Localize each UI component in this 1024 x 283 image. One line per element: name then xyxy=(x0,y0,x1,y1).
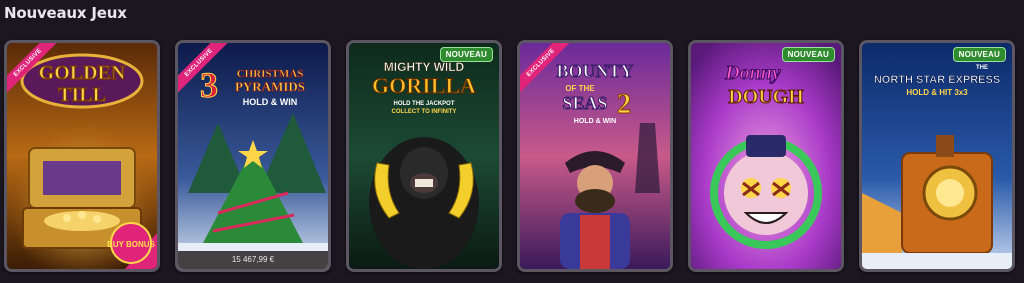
game-card-mighty-wild-gorilla[interactable]: MIGHTY WILD GORILLA HOLD THE JACKPOT COL… xyxy=(346,40,502,272)
logo-line: GOLDEN xyxy=(39,62,126,84)
logo-line: DOUGH xyxy=(728,86,804,108)
game-card-north-star-express[interactable]: THE NORTH STAR EXPRESS HOLD & HIT 3x3 NO… xyxy=(859,40,1015,272)
game-thumbnail: BOUNTY OF THE SEAS 2 HOLD & WIN xyxy=(520,43,670,269)
buy-bonus-label: BUY BONUS xyxy=(107,240,156,249)
game-thumbnail: Donny DOUGH xyxy=(691,43,841,269)
logo-line: SEAS xyxy=(562,93,607,113)
game-card-bounty-of-the-seas-2[interactable]: BOUNTY OF THE SEAS 2 HOLD & WIN EXCLUSIV… xyxy=(517,40,673,272)
logo-line: BOUNTY xyxy=(556,61,633,81)
new-badge: NOUVEAU xyxy=(439,47,493,62)
games-row: GOLDEN TILL BUY BONUS EXCLUSIVE 3 CHRIST… xyxy=(4,40,1020,276)
logo-line: HOLD THE JACKPOT xyxy=(393,101,454,107)
new-badge: NOUVEAU xyxy=(781,47,835,62)
logo-number: 2 xyxy=(617,89,631,120)
logo-line: THE xyxy=(976,65,988,71)
game-thumbnail: THE NORTH STAR EXPRESS HOLD & HIT 3x3 xyxy=(862,43,1012,269)
game-thumbnail: MIGHTY WILD GORILLA HOLD THE JACKPOT COL… xyxy=(349,43,499,269)
logo-line: Donny xyxy=(724,62,781,84)
section-title: Nouveaux Jeux xyxy=(4,4,127,22)
logo-line: HOLD & WIN xyxy=(243,97,298,107)
logo-line: PYRAMIDS xyxy=(235,79,305,94)
logo-number: 3 xyxy=(200,65,218,105)
game-thumbnail: 3 CHRISTMAS PYRAMIDS HOLD & WIN xyxy=(178,43,328,269)
logo-line: GORILLA xyxy=(372,73,476,98)
logo-line: TILL xyxy=(58,84,106,106)
logo-line: NORTH STAR EXPRESS xyxy=(874,74,1000,86)
logo-line: COLLECT TO INFINITY xyxy=(392,109,457,115)
logo-line: HOLD & HIT 3x3 xyxy=(906,88,968,97)
logo-line: OF THE xyxy=(565,84,595,93)
game-card-donny-dough[interactable]: Donny DOUGH NOUVEAU xyxy=(688,40,844,272)
new-badge: NOUVEAU xyxy=(952,47,1006,62)
jackpot-amount: 15 467,99 € xyxy=(178,251,328,269)
game-card-christmas-pyramids[interactable]: 3 CHRISTMAS PYRAMIDS HOLD & WIN EXCLUSIV… xyxy=(175,40,331,272)
game-thumbnail: GOLDEN TILL BUY BONUS xyxy=(7,43,157,269)
logo-line: MIGHTY WILD xyxy=(384,60,465,74)
game-card-golden-till[interactable]: GOLDEN TILL BUY BONUS EXCLUSIVE xyxy=(4,40,160,272)
logo-line: HOLD & WIN xyxy=(574,118,616,125)
